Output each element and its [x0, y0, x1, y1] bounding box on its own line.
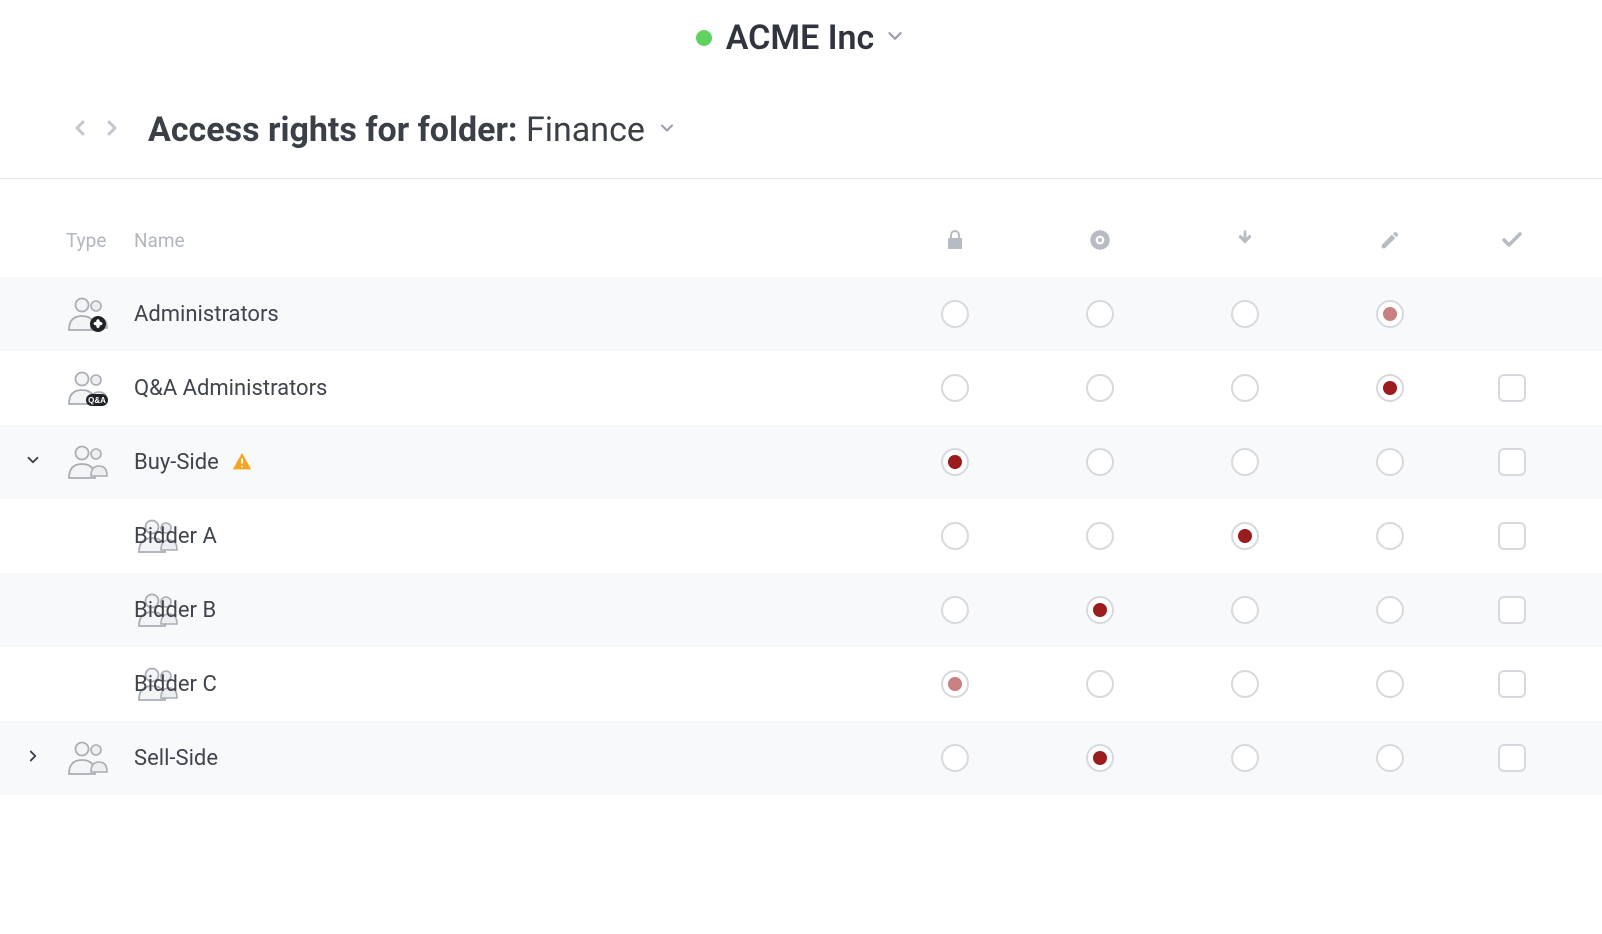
- eye-icon: [1027, 227, 1172, 253]
- permission-download-radio[interactable]: [1231, 374, 1259, 402]
- row-name-label: Buy-Side: [134, 450, 219, 475]
- page-title-prefix: Access rights for folder:: [148, 110, 518, 150]
- warning-icon: [231, 451, 253, 473]
- permission-view-radio[interactable]: [1086, 522, 1114, 550]
- page-title-folder: Finance: [526, 110, 645, 150]
- group-name[interactable]: Sell-Side: [134, 746, 882, 771]
- permission-manage-checkbox[interactable]: [1498, 670, 1526, 698]
- permission-lock-radio[interactable]: [941, 300, 969, 328]
- permission-lock-radio[interactable]: [941, 374, 969, 402]
- users-group-icon: [66, 442, 112, 482]
- group-name[interactable]: Q&A Administrators: [134, 376, 882, 401]
- table-row: Sell-Side: [0, 721, 1602, 795]
- permission-download-radio[interactable]: [1231, 522, 1259, 550]
- permission-download-radio[interactable]: [1231, 744, 1259, 772]
- permission-edit-radio[interactable]: [1376, 596, 1404, 624]
- permission-manage-checkbox[interactable]: [1498, 374, 1526, 402]
- permission-view-radio[interactable]: [1086, 448, 1114, 476]
- permission-lock-radio[interactable]: [941, 522, 969, 550]
- row-name-label: Bidder A: [134, 524, 217, 549]
- permission-lock-radio[interactable]: [941, 596, 969, 624]
- group-type-icon: [66, 738, 134, 778]
- permission-view-radio[interactable]: [1086, 744, 1114, 772]
- access-rights-table: Type Name Administrators Q&A Q&A Adminis…: [0, 179, 1602, 795]
- workspace-header: ACME Inc: [0, 0, 1602, 82]
- users-group-icon: [66, 738, 112, 778]
- permission-download-radio[interactable]: [1231, 300, 1259, 328]
- users-group-icon: [66, 294, 112, 334]
- group-type-icon: [66, 294, 134, 334]
- nav-next-icon[interactable]: [100, 116, 124, 144]
- group-name[interactable]: Bidder A: [134, 524, 882, 549]
- group-name[interactable]: Administrators: [134, 302, 882, 327]
- permission-view-radio[interactable]: [1086, 670, 1114, 698]
- permission-lock-radio[interactable]: [941, 744, 969, 772]
- table-row: Bidder A: [0, 499, 1602, 573]
- permission-view-radio[interactable]: [1086, 596, 1114, 624]
- page-title: Access rights for folder: Finance: [148, 110, 645, 150]
- permission-download-radio[interactable]: [1231, 670, 1259, 698]
- permission-download-radio[interactable]: [1231, 596, 1259, 624]
- permission-manage-checkbox[interactable]: [1498, 744, 1526, 772]
- download-icon: [1172, 229, 1317, 251]
- permission-manage-checkbox[interactable]: [1498, 448, 1526, 476]
- row-name-label: Q&A Administrators: [134, 376, 327, 401]
- workspace-title[interactable]: ACME Inc: [726, 18, 875, 58]
- check-icon: [1462, 228, 1562, 252]
- permission-edit-radio[interactable]: [1376, 744, 1404, 772]
- table-header-row: Type Name: [0, 209, 1602, 277]
- svg-text:Q&A: Q&A: [88, 396, 106, 405]
- col-type: Type: [66, 229, 134, 252]
- users-group-icon: Q&A: [66, 368, 112, 408]
- permission-edit-radio[interactable]: [1376, 300, 1404, 328]
- folder-nav: [68, 116, 124, 144]
- permission-edit-radio[interactable]: [1376, 670, 1404, 698]
- permission-edit-radio[interactable]: [1376, 448, 1404, 476]
- permission-edit-radio[interactable]: [1376, 374, 1404, 402]
- permission-lock-radio[interactable]: [941, 670, 969, 698]
- table-row: Buy-Side: [0, 425, 1602, 499]
- row-name-label: Bidder C: [134, 672, 217, 697]
- permission-manage-checkbox[interactable]: [1498, 596, 1526, 624]
- row-name-label: Sell-Side: [134, 746, 218, 771]
- nav-prev-icon[interactable]: [68, 116, 92, 144]
- group-name[interactable]: Bidder C: [134, 672, 882, 697]
- table-row: Bidder C: [0, 647, 1602, 721]
- lock-icon: [882, 228, 1027, 252]
- chevron-down-icon[interactable]: [884, 25, 906, 51]
- row-name-label: Administrators: [134, 302, 279, 327]
- table-row: Administrators: [0, 277, 1602, 351]
- row-name-label: Bidder B: [134, 598, 216, 623]
- group-name[interactable]: Buy-Side: [134, 450, 882, 475]
- permission-manage-checkbox[interactable]: [1498, 522, 1526, 550]
- col-name: Name: [134, 229, 882, 252]
- group-type-icon: [66, 442, 134, 482]
- permission-edit-radio[interactable]: [1376, 522, 1404, 550]
- workspace-status-dot: [696, 30, 712, 46]
- permission-lock-radio[interactable]: [941, 448, 969, 476]
- group-type-icon: Q&A: [66, 368, 134, 408]
- table-row: Bidder B: [0, 573, 1602, 647]
- chevron-down-icon[interactable]: [657, 118, 677, 142]
- table-row: Q&A Q&A Administrators: [0, 351, 1602, 425]
- group-name[interactable]: Bidder B: [134, 598, 882, 623]
- chevron-right-icon[interactable]: [24, 747, 42, 769]
- permission-view-radio[interactable]: [1086, 300, 1114, 328]
- page-header: Access rights for folder: Finance: [0, 82, 1602, 179]
- permission-view-radio[interactable]: [1086, 374, 1114, 402]
- pencil-icon: [1317, 229, 1462, 251]
- chevron-down-icon[interactable]: [24, 451, 42, 473]
- permission-download-radio[interactable]: [1231, 448, 1259, 476]
